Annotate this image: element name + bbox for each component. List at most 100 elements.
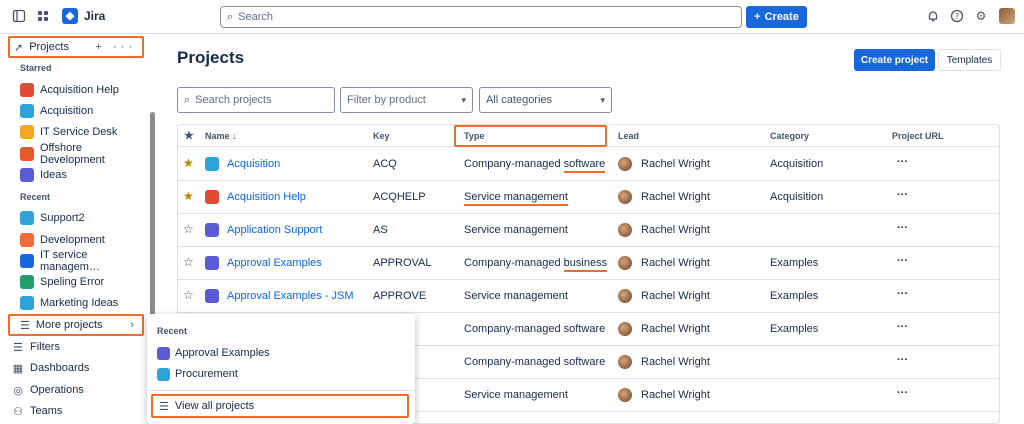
sidebar-item-speling-error[interactable]: Speling Error [8, 272, 144, 292]
column-header-category: Category [770, 131, 810, 141]
row-actions-icon[interactable]: ··· [897, 288, 908, 300]
sidebar-item-label: Speling Error [40, 276, 105, 288]
sidebar-projects-header[interactable]: ➚ Projects + ··· [8, 36, 144, 58]
dropdown-item-procurement[interactable]: Procurement [157, 365, 238, 383]
project-type: Company-managed software [464, 356, 605, 368]
sidebar-item-label: Teams [30, 405, 63, 417]
dropdown-item-approval-examples[interactable]: Approval Examples [157, 344, 270, 362]
table-row[interactable]: ☆ Application Support AS Service management… [178, 214, 999, 247]
row-actions-icon[interactable]: ··· [897, 321, 908, 333]
project-key: ACQ [373, 158, 397, 170]
sidebar-item-filters[interactable]: ☰ Filters [12, 338, 60, 356]
project-key: AS [373, 224, 388, 236]
teams-icon: ⚇ [13, 405, 23, 418]
project-category: Examples [770, 290, 819, 302]
app-switcher-icon[interactable] [36, 9, 50, 23]
project-type-text: Service management [464, 290, 568, 302]
star-filled-icon[interactable]: ★ [183, 189, 194, 203]
help-icon[interactable]: ? [950, 9, 964, 23]
column-header-name[interactable]: Name ↓ [205, 131, 237, 141]
view-all-projects-button[interactable]: ☰ View all projects [151, 394, 409, 418]
sidebar-item-acquisition-help[interactable]: Acquisition Help [8, 80, 144, 100]
project-lead[interactable]: Rachel Wright [641, 224, 710, 236]
project-lead[interactable]: Rachel Wright [641, 356, 710, 368]
sidebar-item-it-service-management[interactable]: IT service managem… [8, 249, 144, 273]
table-header: ★ Name ↓ Key Type Lead Category Project … [178, 125, 999, 147]
jira-logo[interactable]: ◆ Jira [62, 8, 105, 24]
sidebar-item-ideas[interactable]: Ideas [8, 165, 144, 185]
lead-avatar [618, 388, 632, 402]
more-actions-icon[interactable]: ··· [113, 41, 136, 53]
category-select[interactable]: All categories ▾ [479, 87, 612, 113]
project-lead[interactable]: Rachel Wright [641, 290, 710, 302]
sidebar-item-label: Dashboards [30, 362, 90, 374]
settings-gear-icon[interactable]: ⚙ [974, 9, 988, 23]
project-name-link[interactable]: Acquisition Help [227, 191, 306, 203]
search-projects-input[interactable]: ⌕ Search projects [177, 87, 335, 113]
sidebar-item-it-service-desk[interactable]: IT Service Desk [8, 122, 144, 142]
lead-avatar [618, 223, 632, 237]
filter-by-product-placeholder: Filter by product [347, 94, 426, 106]
sidebar-item-marketing-ideas[interactable]: Marketing Ideas [8, 293, 144, 313]
table-row[interactable]: ☆ Approval Examples - JSM APPROVE Service m… [178, 280, 999, 313]
project-name-link[interactable]: Approval Examples - JSM [227, 290, 354, 302]
dropdown-item-label: Procurement [175, 368, 238, 380]
row-actions-icon[interactable]: ··· [897, 387, 908, 399]
filter-icon: ☰ [13, 341, 23, 354]
project-lead[interactable]: Rachel Wright [641, 191, 710, 203]
more-projects-button[interactable]: ☰ More projects › [8, 314, 144, 336]
add-project-icon[interactable]: + [96, 41, 106, 53]
user-avatar[interactable] [999, 8, 1015, 24]
sidebar-item-label: Acquisition [40, 105, 94, 117]
lead-avatar [618, 190, 632, 204]
project-icon [205, 289, 219, 303]
project-lead[interactable]: Rachel Wright [641, 323, 710, 335]
row-actions-icon[interactable]: ··· [897, 156, 908, 168]
sidebar-scrollbar[interactable] [150, 112, 155, 322]
row-actions-icon[interactable]: ··· [897, 189, 908, 201]
project-name-link[interactable]: Acquisition [227, 158, 280, 170]
sidebar-item-dashboards[interactable]: ▦ Dashboards [12, 359, 90, 377]
sidebar-toggle-icon[interactable] [12, 9, 26, 23]
search-input[interactable]: ⌕ Search [220, 6, 742, 28]
star-outline-icon[interactable]: ☆ [183, 288, 194, 302]
project-icon [20, 125, 34, 139]
project-icon [20, 104, 34, 118]
project-type-text: Service management [464, 224, 568, 236]
row-actions-icon[interactable]: ··· [897, 255, 908, 267]
sort-arrow-icon: ↓ [232, 131, 237, 141]
sidebar-item-operations[interactable]: ◎ Operations [12, 381, 84, 399]
table-row[interactable]: ★ Acquisition ACQ Company-managed software R… [178, 148, 999, 181]
templates-button[interactable]: Templates [938, 49, 1001, 71]
lead-avatar [618, 256, 632, 270]
table-row[interactable]: ☆ Approval Examples APPROVAL Company-manage… [178, 247, 999, 280]
column-header-label: Name [205, 131, 230, 141]
sidebar-item-development[interactable]: Development [8, 230, 144, 250]
create-project-button[interactable]: Create project [854, 49, 935, 71]
star-column-icon: ★ [184, 130, 194, 142]
star-filled-icon[interactable]: ★ [183, 156, 194, 170]
project-lead[interactable]: Rachel Wright [641, 389, 710, 401]
star-outline-icon[interactable]: ☆ [183, 222, 194, 236]
more-projects-label: More projects [35, 319, 103, 331]
project-name-link[interactable]: Application Support [227, 224, 322, 236]
project-name-link[interactable]: Approval Examples [227, 257, 322, 269]
create-button[interactable]: + Create [746, 6, 807, 28]
search-icon: ⌕ [184, 93, 191, 106]
project-icon [20, 275, 34, 289]
lead-avatar [618, 157, 632, 171]
filter-by-product-select[interactable]: Filter by product ▾ [340, 87, 473, 113]
jira-logo-icon: ◆ [62, 8, 78, 24]
row-actions-icon[interactable]: ··· [897, 354, 908, 366]
star-outline-icon[interactable]: ☆ [183, 255, 194, 269]
table-row[interactable]: ★ Acquisition Help ACQHELP Service manageme… [178, 181, 999, 214]
sidebar-item-teams[interactable]: ⚇ Teams [12, 402, 62, 420]
notifications-bell-icon[interactable] [926, 9, 940, 23]
sidebar-item-offshore-development[interactable]: Offshore Development [8, 142, 144, 166]
project-lead[interactable]: Rachel Wright [641, 158, 710, 170]
row-actions-icon[interactable]: ··· [897, 222, 908, 234]
lead-avatar [618, 355, 632, 369]
sidebar-item-acquisition[interactable]: Acquisition [8, 101, 144, 121]
sidebar-item-support2[interactable]: Support2 [8, 208, 144, 228]
project-lead[interactable]: Rachel Wright [641, 257, 710, 269]
